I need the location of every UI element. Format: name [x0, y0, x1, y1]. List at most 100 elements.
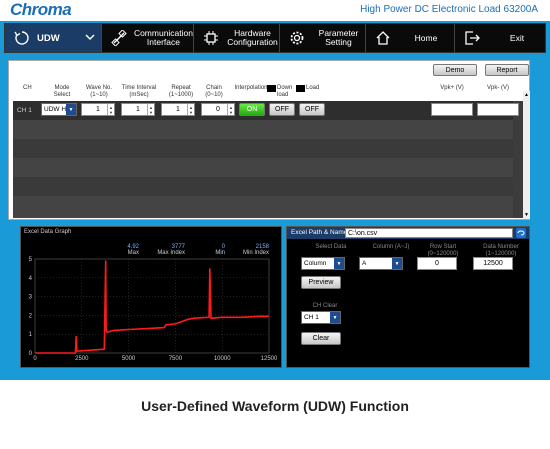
header-repeat: Repeat (1~1000) — [168, 85, 194, 98]
mode-select-dropdown[interactable]: UDW H ▼ — [41, 103, 77, 116]
excel-import-panel: Excel Path & Name C:\on.csv Select Data … — [286, 226, 530, 368]
chip-icon — [202, 29, 220, 47]
exit-icon — [463, 29, 481, 47]
chain-stepper[interactable]: 0 ▲ ▼ — [201, 103, 235, 116]
x-tick-label: 12500 — [261, 356, 278, 362]
chain-value: 0 — [216, 106, 220, 113]
excel-path-label: Excel Path & Name — [291, 229, 348, 236]
cable-icon — [110, 29, 128, 47]
title-bar: Chroma High Power DC Electronic Load 632… — [0, 0, 550, 21]
scroll-up-icon[interactable]: ▲ — [524, 92, 529, 98]
table-row — [13, 196, 513, 218]
table-row: CH 1 UDW H ▼ 1 ▲ ▼ 1 ▲ ▼ 1 ▲ ▼ 0 ▲ ▼ ON … — [13, 101, 519, 120]
hardware-label: Hardware Configuration — [227, 28, 278, 47]
x-tick-label: 10000 — [214, 356, 231, 362]
communication-interface-button[interactable]: Communication Interface — [102, 24, 194, 52]
header-ch: CH — [23, 85, 32, 91]
chroma-logo: Chroma — [10, 0, 72, 19]
y-tick-label: 3 — [29, 295, 33, 301]
scroll-down-icon[interactable]: ▼ — [524, 212, 529, 218]
header-wave: Wave No. (1~10) — [85, 85, 113, 98]
header-down-load: Down load — [277, 85, 293, 98]
column-dropdown[interactable]: A ▼ — [359, 257, 403, 270]
header-chain: Chain (0~10) — [205, 85, 223, 98]
demo-button[interactable]: Demo — [433, 64, 477, 76]
waveform-chart: 0 2500 5000 7500 10000 12500 0 1 2 3 4 5 — [29, 257, 278, 362]
vpk-minus-field[interactable] — [477, 103, 519, 116]
exit-label: Exit — [509, 32, 525, 43]
repeat-stepper[interactable]: 1 ▲ ▼ — [161, 103, 195, 116]
download-off-button[interactable]: OFF — [269, 103, 295, 116]
waveform-series-line — [35, 260, 269, 354]
product-title: High Power DC Electronic Load 63200A — [360, 4, 538, 15]
channel-table: CH 1 UDW H ▼ 1 ▲ ▼ 1 ▲ ▼ 1 ▲ ▼ 0 ▲ ▼ ON … — [13, 101, 523, 218]
wave-no-value: 1 — [96, 106, 100, 113]
clear-button[interactable]: Clear — [301, 332, 341, 345]
time-interval-value: 1 — [136, 106, 140, 113]
select-data-label: Select Data — [315, 244, 347, 250]
mode-select-value: UDW H — [44, 106, 67, 113]
browse-folder-icon[interactable] — [516, 228, 526, 238]
dropdown-arrow-icon: ▼ — [334, 258, 344, 269]
page-caption: User-Defined Waveform (UDW) Function — [141, 398, 409, 414]
chevron-down-icon — [85, 33, 97, 43]
ch-clear-dropdown[interactable]: CH 1 ▼ — [301, 311, 341, 324]
x-tick-label: 5000 — [122, 356, 136, 362]
mode-label: UDW — [37, 32, 60, 44]
y-tick-label: 4 — [29, 276, 33, 282]
header-mode: Mode Select — [53, 85, 71, 98]
row-start-label: Row Start (0~120000) — [427, 244, 459, 257]
x-tick-label: 7500 — [169, 356, 183, 362]
spin-arrows-icon[interactable]: ▲ ▼ — [187, 104, 194, 115]
select-data-value: Column — [304, 260, 327, 267]
table-row — [13, 177, 513, 196]
excel-path-bar: Excel Path & Name C:\on.csv — [287, 227, 529, 239]
table-scrollbar[interactable]: ▲ ▼ — [523, 91, 530, 219]
x-tick-label: 2500 — [75, 356, 89, 362]
main-menu: UDW Communication Interface Hardware Con… — [4, 23, 546, 53]
gear-icon — [288, 29, 306, 47]
header-interpolation: Interpolation — [234, 85, 268, 91]
spin-arrows-icon[interactable]: ▲ ▼ — [107, 104, 114, 115]
load-off-button[interactable]: OFF — [299, 103, 325, 116]
spin-arrows-icon[interactable]: ▲ ▼ — [147, 104, 154, 115]
header-interval: Time Interval (mSec) — [121, 85, 157, 98]
channel-settings-panel: Demo Report CH Mode Select Wave No. (1~1… — [8, 60, 530, 220]
data-number-field[interactable]: 12500 — [473, 257, 513, 270]
dropdown-arrow-icon: ▼ — [330, 312, 340, 323]
excel-path-field[interactable]: C:\on.csv — [345, 228, 513, 238]
spin-arrows-icon[interactable]: ▲ ▼ — [227, 104, 234, 115]
table-row — [13, 139, 513, 158]
exit-button[interactable]: Exit — [455, 24, 547, 52]
y-tick-label: 0 — [29, 351, 33, 357]
repeat-value: 1 — [176, 106, 180, 113]
ch-clear-label: CH Clear — [312, 303, 338, 309]
table-row — [13, 120, 513, 139]
select-data-dropdown[interactable]: Column ▼ — [301, 257, 345, 270]
interpolation-on-button[interactable]: ON — [239, 103, 265, 116]
wave-no-stepper[interactable]: 1 ▲ ▼ — [81, 103, 115, 116]
refresh-icon — [13, 29, 31, 47]
dropdown-arrow-icon: ▼ — [392, 258, 402, 269]
table-row — [13, 158, 513, 177]
time-interval-stepper[interactable]: 1 ▲ ▼ — [121, 103, 155, 116]
excel-data-graph: Excel Data Graph 4.92 Max 3777 Max Index… — [20, 226, 282, 368]
report-button[interactable]: Report — [485, 64, 529, 76]
parameter-label: Parameter Setting — [318, 28, 359, 47]
mode-selector[interactable]: UDW — [5, 24, 102, 52]
header-load: Load — [306, 85, 320, 91]
vpk-plus-field[interactable] — [431, 103, 473, 116]
header-vpk-minus: Vpk- (V) — [486, 85, 509, 91]
column-label: Column (A~J) — [372, 244, 410, 250]
home-button[interactable]: Home — [366, 24, 455, 52]
y-tick-label: 1 — [29, 332, 33, 338]
hardware-configuration-button[interactable]: Hardware Configuration — [194, 24, 280, 52]
preview-button[interactable]: Preview — [301, 276, 341, 289]
download-legend-swatch — [267, 85, 276, 92]
column-value: A — [362, 260, 367, 267]
app-frame: Chroma High Power DC Electronic Load 632… — [0, 0, 550, 380]
parameter-setting-button[interactable]: Parameter Setting — [280, 24, 366, 52]
y-tick-label: 5 — [29, 257, 33, 263]
row-start-field[interactable]: 0 — [417, 257, 457, 270]
data-number-label: Data Number (1~120000) — [483, 244, 519, 257]
